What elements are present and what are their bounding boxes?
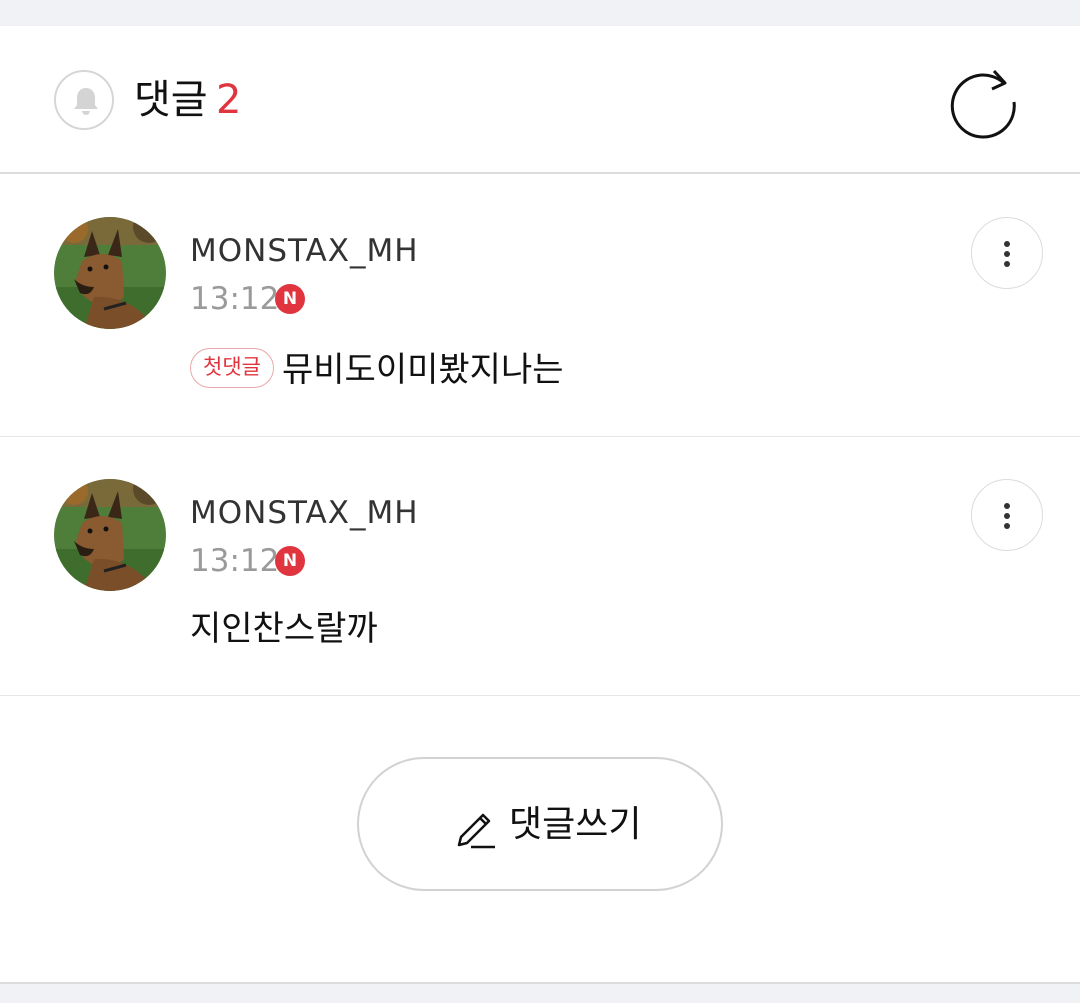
new-badge: N	[275, 284, 305, 314]
more-dots-icon	[1004, 503, 1010, 509]
comment-text: 지인찬스랄까	[190, 609, 378, 649]
more-dots-icon	[1004, 261, 1010, 267]
bell-icon	[74, 88, 98, 115]
first-comment-tag: 첫댓글	[190, 348, 274, 388]
comment-count: 2	[216, 77, 242, 123]
bottom-spacer-band	[0, 982, 1080, 1003]
user-avatar[interactable]	[54, 217, 166, 329]
dog-avatar-image	[54, 217, 166, 329]
comment-text: 뮤비도이미봤지나는	[282, 350, 564, 390]
dog-avatar-image	[54, 479, 166, 591]
write-comment-label: 댓글쓰기	[509, 804, 642, 845]
comments-title: 댓글	[134, 77, 208, 123]
comment-more-button[interactable]	[971, 217, 1043, 289]
comments-header: 댓글 2	[0, 26, 1080, 174]
comment-time: 13:12	[190, 543, 280, 579]
refresh-icon	[950, 69, 1016, 139]
comment-time: 13:12	[190, 281, 280, 317]
more-dots-icon	[1004, 523, 1010, 529]
comment-item: MONSTAX_MH 13:12 N 첫댓글 뮤비도이미봤지나는	[0, 174, 1080, 437]
write-comment-button[interactable]: 댓글쓰기	[357, 757, 723, 891]
user-avatar[interactable]	[54, 479, 166, 591]
comment-username[interactable]: MONSTAX_MH	[190, 231, 419, 271]
new-badge: N	[275, 546, 305, 576]
notification-toggle-button[interactable]	[54, 70, 114, 130]
top-spacer-band	[0, 0, 1080, 26]
more-dots-icon	[1004, 513, 1010, 519]
pencil-icon	[457, 813, 495, 849]
more-dots-icon	[1004, 241, 1010, 247]
refresh-button[interactable]	[944, 62, 1024, 142]
more-dots-icon	[1004, 251, 1010, 257]
comment-more-button[interactable]	[971, 479, 1043, 551]
comment-item: MONSTAX_MH 13:12 N 지인찬스랄까	[0, 437, 1080, 696]
comment-username[interactable]: MONSTAX_MH	[190, 493, 419, 533]
